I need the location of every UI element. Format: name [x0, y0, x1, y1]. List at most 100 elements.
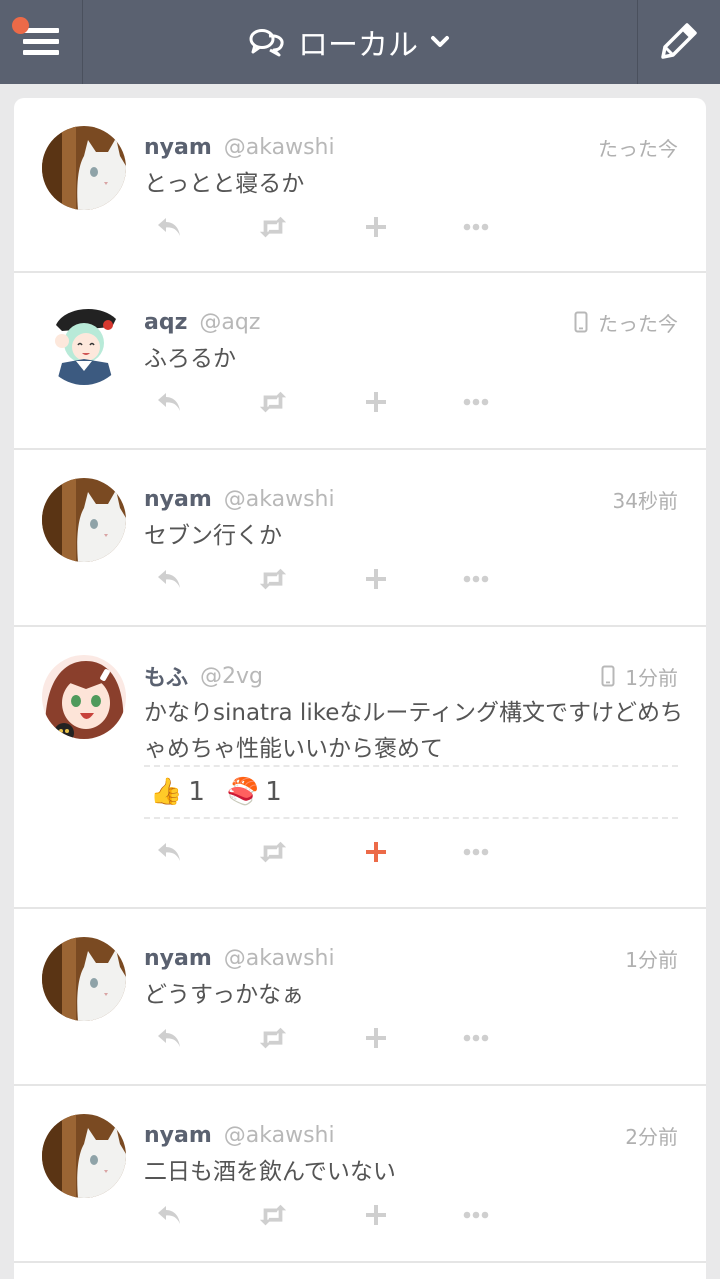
renote-icon — [259, 1204, 287, 1226]
renote-button[interactable] — [258, 1200, 288, 1230]
reaction-count: 1 — [265, 777, 282, 807]
more-icon — [463, 223, 489, 231]
reaction-button[interactable] — [361, 1023, 391, 1053]
reply-button[interactable] — [154, 837, 184, 867]
reply-button[interactable] — [154, 564, 184, 594]
renote-icon — [259, 568, 287, 590]
compose-button[interactable] — [637, 0, 720, 84]
reply-button[interactable] — [154, 212, 184, 242]
reply-icon — [158, 218, 180, 236]
user-handle[interactable]: @akawshi — [224, 1123, 335, 1148]
reply-button[interactable] — [154, 1200, 184, 1230]
more-button[interactable] — [461, 1200, 491, 1230]
note-text: ふろるか — [144, 346, 236, 372]
renote-button[interactable] — [258, 1023, 288, 1053]
user-avatar[interactable] — [42, 478, 126, 562]
cat-avatar-image — [42, 478, 126, 562]
mobile-device-icon — [574, 311, 588, 333]
reaction-button[interactable] — [361, 212, 391, 242]
note-header: nyam @akawshi たった今 — [144, 132, 678, 162]
note-item[interactable]: nyam @akawshi 34秒前 セブン行くか — [14, 450, 706, 627]
note-header: nyam @akawshi 34秒前 — [144, 484, 678, 514]
reaction-item[interactable]: 🍣 1 — [227, 777, 282, 807]
time-text: 2分前 — [625, 1124, 678, 1149]
note-item[interactable]: もふ @2vg 1分前 かなりsinatra likeなルーティング構文ですけど… — [14, 627, 706, 909]
user-avatar[interactable] — [42, 1114, 126, 1198]
user-handle[interactable]: @2vg — [200, 664, 263, 689]
user-name[interactable]: もふ — [144, 660, 188, 692]
note-item[interactable]: nyam @akawshi 2分前 二日も酒を飲んでいない — [14, 1086, 706, 1263]
reaction-plus-icon — [366, 392, 386, 412]
anime-avatar-image — [42, 655, 126, 739]
more-button[interactable] — [461, 837, 491, 867]
note-actions — [154, 1200, 514, 1234]
menu-button[interactable] — [0, 0, 83, 84]
time-text: 1分前 — [625, 665, 678, 690]
more-button[interactable] — [461, 1023, 491, 1053]
note-time[interactable]: たった今 — [598, 133, 678, 162]
note-item[interactable]: nyam @akawshi 1分前 どうすっかなぁ — [14, 909, 706, 1086]
user-name[interactable]: nyam — [144, 1123, 212, 1148]
reaction-button[interactable] — [361, 387, 391, 417]
note-time[interactable]: たった今 — [574, 308, 678, 337]
renote-icon — [259, 216, 287, 238]
reaction-item[interactable]: 👍 1 — [150, 777, 205, 807]
more-button[interactable] — [461, 212, 491, 242]
more-icon — [463, 1211, 489, 1219]
time-text: 34秒前 — [612, 488, 678, 513]
note-item[interactable]: nyam @akawshi たった今 とっとと寝るか — [14, 98, 706, 273]
more-icon — [463, 398, 489, 406]
user-avatar[interactable] — [42, 655, 126, 739]
reaction-plus-icon — [366, 1028, 386, 1048]
user-name[interactable]: nyam — [144, 487, 212, 512]
anime-avatar-image — [42, 301, 126, 385]
note-item[interactable]: aqz @aqz たった今 ふろるか — [14, 273, 706, 450]
note-text: どうすっかなぁ — [144, 982, 305, 1008]
hamburger-icon — [23, 24, 59, 58]
note-header: もふ @2vg 1分前 — [144, 660, 678, 692]
note-actions — [154, 212, 514, 246]
renote-button[interactable] — [258, 837, 288, 867]
time-text: たった今 — [598, 311, 678, 336]
user-avatar[interactable] — [42, 126, 126, 210]
user-name[interactable]: aqz — [144, 310, 187, 335]
reaction-button[interactable] — [361, 564, 391, 594]
user-avatar[interactable] — [42, 301, 126, 385]
note-actions — [154, 564, 514, 598]
user-handle[interactable]: @aqz — [199, 310, 260, 335]
renote-icon — [259, 1027, 287, 1049]
note-time[interactable]: 34秒前 — [613, 485, 678, 514]
renote-button[interactable] — [258, 387, 288, 417]
user-handle[interactable]: @akawshi — [224, 487, 335, 512]
chevron-down-icon — [431, 36, 449, 47]
renote-button[interactable] — [258, 564, 288, 594]
time-text: たった今 — [598, 136, 678, 161]
note-time[interactable]: 1分前 — [601, 662, 678, 691]
reaction-button[interactable] — [361, 1200, 391, 1230]
user-handle[interactable]: @akawshi — [224, 946, 335, 971]
more-button[interactable] — [461, 564, 491, 594]
reaction-button[interactable] — [361, 837, 391, 867]
more-icon — [463, 848, 489, 856]
note-header: nyam @akawshi 2分前 — [144, 1120, 678, 1150]
note-text: かなりsinatra likeなルーティング構文ですけどめちゃめちゃ性能いいから… — [144, 700, 683, 762]
renote-button[interactable] — [258, 212, 288, 242]
reply-button[interactable] — [154, 387, 184, 417]
reply-button[interactable] — [154, 1023, 184, 1053]
timeline-title: ローカル — [298, 28, 418, 63]
user-avatar[interactable] — [42, 937, 126, 1021]
user-name[interactable]: nyam — [144, 946, 212, 971]
note-time[interactable]: 1分前 — [625, 944, 678, 973]
app-header: ローカル — [0, 0, 720, 84]
reaction-emoji: 👍 — [150, 777, 183, 807]
note-actions — [154, 1023, 514, 1057]
user-handle[interactable]: @akawshi — [224, 135, 335, 160]
note-time[interactable]: 2分前 — [625, 1121, 678, 1150]
reaction-emoji: 🍣 — [226, 777, 260, 807]
more-button[interactable] — [461, 387, 491, 417]
notification-dot — [12, 17, 29, 34]
cat-avatar-image — [42, 126, 126, 210]
time-text: 1分前 — [625, 947, 678, 972]
timeline-switcher[interactable]: ローカル — [248, 20, 450, 64]
user-name[interactable]: nyam — [144, 135, 212, 160]
